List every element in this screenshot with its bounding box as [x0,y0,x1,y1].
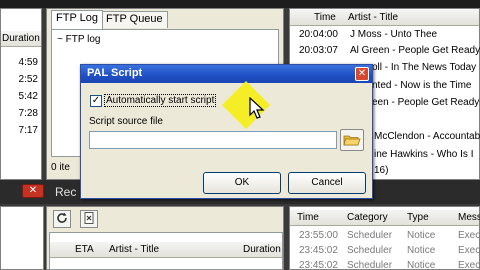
history-title: nted - Now is the Time [372,80,472,91]
cancel-button[interactable]: Cancel [288,172,366,194]
dialog-title: PAL Script [87,67,143,79]
queue-panel: ETA Artist - Title Duration [46,206,284,270]
auto-start-checkbox[interactable]: ✓ [90,95,102,107]
queue-header-eta[interactable]: ETA [75,244,94,255]
queue-header-duration[interactable]: Duration [243,244,281,255]
log-header-category[interactable]: Category [347,212,388,223]
tree-collapse-icon[interactable]: ~ [57,34,66,45]
duration-cell: 7:28 [18,108,38,119]
delete-document-icon [84,212,94,224]
browse-button[interactable] [340,129,364,151]
rec-label: Rec [55,185,77,199]
tab-ftp-log[interactable]: FTP Log [51,10,103,29]
history-time: 20:04:00 [299,29,338,40]
history-title: een - People Get Ready [372,97,480,108]
bottom-left-panel [0,206,44,270]
remove-item-button[interactable] [80,210,98,228]
queue-grid[interactable]: ETA Artist - Title Duration [49,232,283,270]
log-category: Scheduler [347,245,393,256]
log-header-message[interactable]: Mess [458,212,480,223]
log-message: Exec [458,260,480,270]
log-message: Exec [458,245,480,256]
log-time: 23:45:02 [299,245,338,256]
history-header-title[interactable]: Artist - Title [348,12,398,23]
ftp-status-text: 0 ite [51,162,70,173]
folder-open-icon [343,135,361,146]
log-type: Notice [407,245,436,256]
log-category: Scheduler [347,260,393,270]
dialog-titlebar[interactable]: PAL Script ✕ [81,65,372,83]
auto-start-checkbox-label[interactable]: Automatically start script [104,94,217,107]
script-source-input[interactable] [89,131,337,149]
queue-header-title[interactable]: Artist - Title [109,244,159,255]
mouse-pointer-icon [249,97,265,119]
close-icon: ✕ [357,68,367,79]
log-type: Notice [407,260,436,270]
duration-cell: 5:42 [18,91,38,102]
history-title: oll - In The News Today [372,62,477,73]
duration-cell: 4:59 [18,57,38,68]
duration-header-row: Duration [1,31,41,47]
pal-script-dialog: PAL Script ✕ ✓ Automatically start scrip… [80,64,373,199]
dialog-close-button[interactable]: ✕ [355,67,369,81]
duration-cell: 7:17 [18,125,38,136]
log-header-type[interactable]: Type [407,212,429,223]
refresh-icon [57,212,67,223]
history-time: 20:03:07 [299,45,338,56]
refresh-button[interactable] [53,210,71,228]
playlist-duration-panel: Duration 4:59 2:52 5:42 7:28 7:17 [0,8,42,180]
close-button[interactable]: ✕ [22,184,44,198]
ok-button[interactable]: OK [203,172,281,194]
history-status-text: 16) [374,165,389,176]
ftp-tree-root-label: FTP log [65,34,101,45]
ftp-tree-root[interactable]: ~ FTP log [57,34,100,45]
log-time: 23:45:02 [299,260,338,270]
history-header-row: Time Artist - Title [290,10,479,26]
history-title: McClendon - Accountab [374,131,480,142]
history-title: Al Green - People Get Ready [350,45,480,56]
tab-ftp-queue[interactable]: FTP Queue [101,11,168,28]
log-message: Exec [458,230,480,241]
top-strip [0,0,480,8]
history-title: ine Hawkins - Who Is I [374,149,474,160]
log-header-time[interactable]: Time [297,212,319,223]
log-type: Notice [407,230,436,241]
queue-header-row: ETA Artist - Title Duration [50,242,282,258]
log-header-row: Time Category Type Mess [290,210,480,226]
event-log-panel: Time Category Type Mess 23:55:00 Schedul… [289,206,480,270]
script-source-label: Script source file [89,116,163,127]
log-category: Scheduler [347,230,393,241]
log-time: 23:55:00 [299,230,338,241]
history-title: J Moss - Unto Thee [350,29,438,40]
duration-cell: 2:52 [18,74,38,85]
history-header-time[interactable]: Time [314,12,336,23]
duration-header[interactable]: Duration [2,33,40,44]
